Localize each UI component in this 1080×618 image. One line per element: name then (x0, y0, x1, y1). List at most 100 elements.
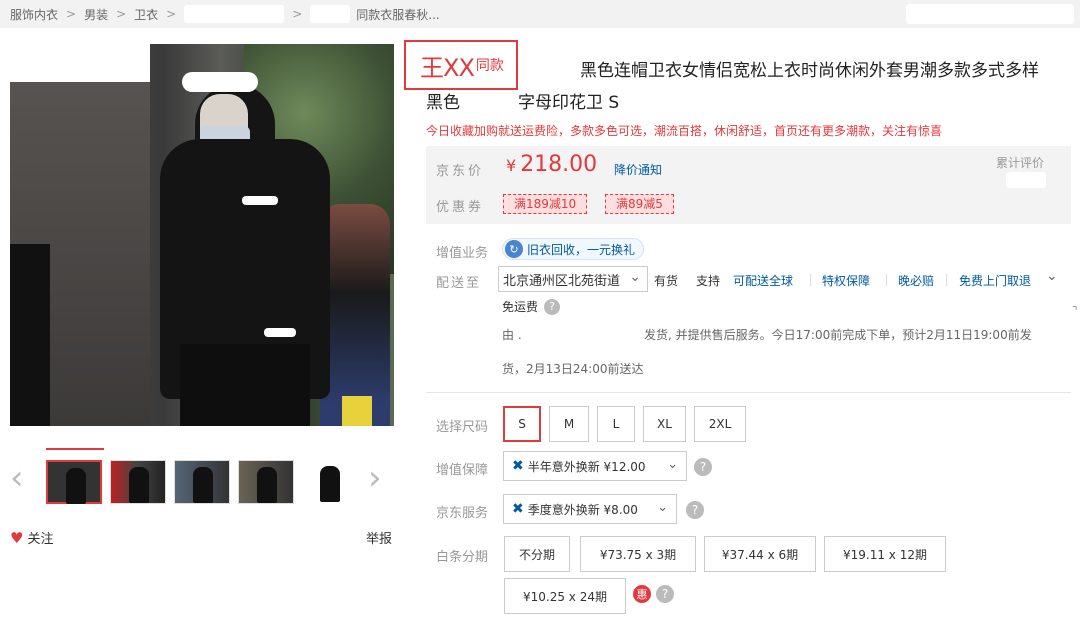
help-icon[interactable]: ? (656, 585, 674, 603)
wrench-icon: ✖ (512, 458, 524, 474)
breadcrumb-separator: > (166, 7, 177, 21)
breadcrumb-redacted-item[interactable] (184, 5, 285, 23)
installment-label: 白条分期 (436, 550, 489, 565)
help-icon[interactable]: ? (686, 501, 704, 519)
size-option-m[interactable]: M (549, 406, 589, 442)
installment-3[interactable]: ¥73.75 x 3期 (580, 536, 696, 572)
price-amount: 218.00 (520, 152, 598, 177)
chevron-left-icon[interactable]: ‹ (10, 458, 24, 498)
thumbnail-5[interactable] (302, 460, 358, 504)
jd-service-select[interactable]: ✖ 季度意外换新 ¥8.00 ⌄ (503, 494, 677, 524)
installment-6[interactable]: ¥37.44 x 6期 (704, 536, 816, 572)
thumbnail-figure (193, 467, 213, 503)
breadcrumb-item-2[interactable]: 男装 (84, 6, 108, 23)
thumbnail-1[interactable] (46, 460, 102, 504)
thumbnail-2[interactable] (110, 460, 166, 504)
installment-12[interactable]: ¥19.11 x 12期 (824, 536, 946, 572)
breadcrumb-current: 同款衣服春秋... (356, 7, 440, 22)
protection-label: 增值保障 (436, 463, 489, 478)
wrench-icon: ✖ (512, 501, 524, 517)
coupon-1[interactable]: 满189减10 (503, 194, 588, 214)
title-line-2b: 字母印花卫 S (518, 93, 620, 113)
price-value: ¥218.00 (506, 152, 597, 177)
breadcrumb-separator: > (66, 7, 77, 21)
main-product-image[interactable]: ⚲ (10, 44, 394, 426)
photo-bystander (10, 244, 50, 426)
thumbnail-3[interactable] (174, 460, 230, 504)
thumbnail-strip: ‹ › (10, 448, 394, 508)
installment-none[interactable]: 不分期 (504, 536, 570, 572)
recycle-service-text: 旧衣回收，一元换礼 (527, 242, 636, 257)
coupon-label: 优惠券 (436, 200, 485, 215)
chevron-down-icon: ⌄ (667, 457, 678, 472)
photo-bystander-right (320, 204, 390, 426)
help-icon[interactable]: ? (544, 298, 561, 315)
free-shipping: 免运费 ? (502, 298, 561, 315)
tag-privilege-protection[interactable]: 特权保障 (822, 272, 870, 289)
size-label: 选择尺码 (436, 420, 489, 435)
jd-service-value: 季度意外换新 ¥8.00 (527, 502, 638, 517)
free-shipping-label: 免运费 (502, 300, 539, 314)
redacted-face (182, 72, 258, 92)
delivery-label: 配送至 (436, 276, 482, 291)
active-thumb-indicator (46, 448, 104, 450)
divider (946, 274, 947, 286)
stock-status: 有货 (654, 274, 679, 288)
thumbnail-figure (257, 467, 277, 503)
discount-badge-icon: 惠 (633, 585, 651, 603)
report-link[interactable]: 举报 (366, 528, 392, 547)
protection-select[interactable]: ✖ 半年意外换新 ¥12.00 ⌄ (503, 451, 687, 481)
review-count-label[interactable]: 累计评价 (996, 154, 1044, 171)
follow-button[interactable]: ♥ 关注 (10, 528, 54, 548)
redacted-area (906, 4, 1074, 24)
thumbnail-figure (320, 466, 340, 502)
address-select[interactable]: 北京通州区北苑街道 ⌄ (498, 266, 648, 292)
price-label: 京东价 (436, 164, 485, 179)
shipping-seller: 由 . (502, 328, 522, 342)
currency-symbol: ¥ (506, 156, 517, 175)
redacted-review-count (1006, 172, 1046, 188)
section-divider (426, 392, 1071, 393)
coupon-2[interactable]: 满89减5 (605, 194, 674, 214)
service-label: 增值业务 (436, 246, 489, 261)
chevron-down-icon: ⌄ (629, 269, 641, 285)
title-line-2a: 黑色 (426, 93, 460, 113)
installment-24[interactable]: ¥10.25 x 24期 (504, 578, 626, 614)
size-option-2xl[interactable]: 2XL (694, 406, 746, 442)
heart-icon: ♥ (10, 528, 24, 547)
shipping-text-2: 货，2月13日24:00前送达 (502, 362, 644, 376)
shipping-text-1: 发货, 并提供售后服务。今日17:00前完成下单，预计2月11日19:00前发 (644, 328, 1032, 342)
tag-late-compensation[interactable]: 晚必赔 (898, 272, 934, 289)
size-option-l[interactable]: L (597, 406, 635, 442)
breadcrumb-separator: > (292, 7, 303, 21)
size-option-xl[interactable]: XL (643, 406, 686, 442)
chevron-down-icon[interactable]: ⌄ (1046, 268, 1058, 284)
help-icon[interactable]: ? (694, 458, 712, 476)
redacted-area (10, 44, 150, 82)
follow-label: 关注 (27, 532, 54, 547)
photo-pants (180, 344, 310, 426)
divider (810, 274, 811, 286)
support-label: 支持 (696, 274, 721, 288)
breadcrumb-item-3[interactable]: 卫衣 (134, 6, 158, 23)
price-notify-link[interactable]: 降价通知 (614, 161, 662, 178)
divider (886, 274, 887, 286)
same-style-suffix: 同款 (475, 58, 504, 74)
breadcrumb: 服饰内衣 > 男装 > 卫衣 > > 同款衣服春秋... (0, 0, 1080, 28)
breadcrumb-redacted-item[interactable] (310, 5, 351, 23)
recycle-service-pill[interactable]: ↻ 旧衣回收，一元换礼 (502, 238, 645, 260)
price-panel: 京东价 ¥218.00 降价通知 累计评价 优惠券 满189减10 满89减5 (426, 146, 1071, 224)
breadcrumb-item-1[interactable]: 服饰内衣 (10, 6, 58, 23)
tag-global-shipping[interactable]: 可配送全球 (733, 272, 793, 289)
thumbnail-4[interactable] (238, 460, 294, 504)
breadcrumb-separator: > (116, 7, 127, 21)
tag-free-pickup-return[interactable]: 免费上门取退 (959, 272, 1031, 289)
edge-marker: ⌝ (1072, 304, 1078, 318)
redacted-logo (264, 328, 296, 337)
chevron-right-icon[interactable]: › (368, 458, 382, 498)
same-style-name: 王XX (420, 53, 475, 82)
size-option-s[interactable]: S (503, 406, 541, 442)
recycle-icon: ↻ (505, 240, 523, 258)
redacted-logo (242, 196, 278, 205)
jd-service-label: 京东服务 (436, 506, 489, 521)
